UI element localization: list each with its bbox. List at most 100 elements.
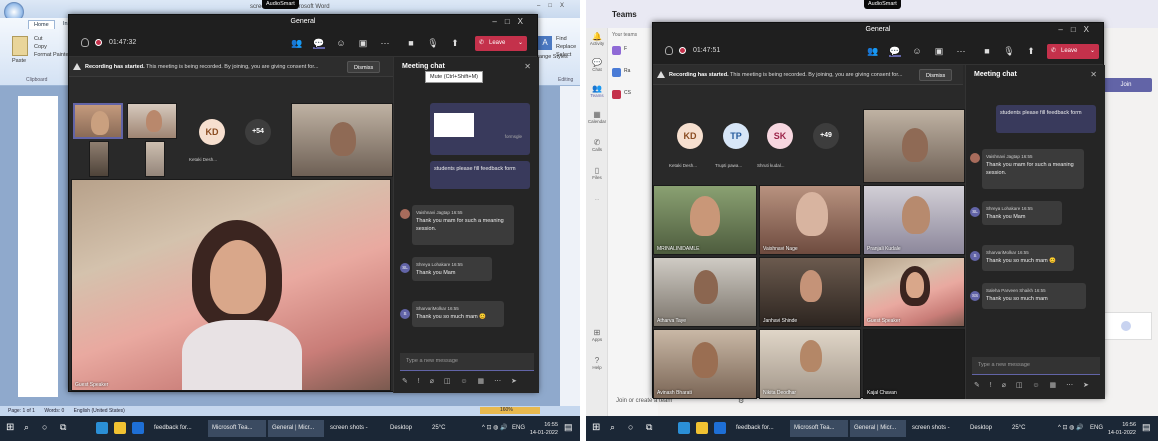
cortana-icon[interactable]: ○ xyxy=(628,422,640,434)
tray-icons[interactable]: ^ ⊡ ◍ 🔊 xyxy=(478,420,508,437)
taskbar-teams[interactable]: Microsoft Tea... xyxy=(790,420,848,437)
dismiss-button[interactable]: Dismiss xyxy=(347,61,381,73)
avatar-sk[interactable]: SK xyxy=(767,123,793,149)
copy-button[interactable]: Copy xyxy=(34,44,47,50)
rail-chat[interactable]: 💬 Chat xyxy=(586,58,608,72)
avatar-kd[interactable]: KD xyxy=(199,119,225,145)
mail-icon[interactable] xyxy=(714,422,726,434)
windows-icon[interactable]: ⊞ xyxy=(6,422,18,434)
close-icon[interactable]: ✕ xyxy=(524,62,531,71)
main-speaker-video[interactable]: Guest Speaker xyxy=(71,179,391,391)
chat-icon[interactable]: 💬 xyxy=(313,37,325,49)
share-icon[interactable]: ⬆ xyxy=(1025,45,1037,57)
reactions-icon[interactable]: ☺ xyxy=(911,45,923,57)
tab-home[interactable]: Home xyxy=(28,20,55,29)
more-participants-badge[interactable]: +54 xyxy=(245,119,271,145)
taskbar-desktop[interactable]: Desktop xyxy=(966,420,1006,437)
tray-icons[interactable]: ^ ⊡ ◍ 🔊 xyxy=(1054,420,1084,437)
dismiss-button[interactable]: Dismiss xyxy=(919,69,953,81)
team-tile-f[interactable] xyxy=(612,46,621,55)
participants-icon[interactable]: 👥 xyxy=(867,45,879,57)
status-language[interactable]: English (United States) xyxy=(74,408,125,414)
input-language[interactable]: ENG xyxy=(1086,420,1108,437)
folder-icon[interactable] xyxy=(696,422,708,434)
window-controls[interactable]: –□X xyxy=(1058,23,1097,37)
paste-label[interactable]: Paste xyxy=(12,58,26,64)
chat-input[interactable]: Type a new message xyxy=(400,353,534,371)
compose-toolbar[interactable]: ✎ ! ⌀ ◫ ☺ ▦ ⋯ ➤ xyxy=(974,381,1093,389)
taskbar-general[interactable]: General | Micr... xyxy=(850,420,906,437)
video-tile[interactable]: Pranjali Kudale xyxy=(863,185,965,255)
video-tile[interactable] xyxy=(73,103,123,139)
select-button[interactable]: Select xyxy=(556,52,571,58)
rooms-icon[interactable]: ▣ xyxy=(933,45,945,57)
share-icon[interactable]: ⬆ xyxy=(449,37,461,49)
video-tile[interactable]: Atharva Taye xyxy=(653,257,757,327)
paste-icon[interactable] xyxy=(12,36,28,56)
rail-teams[interactable]: 👥 Teams xyxy=(586,84,608,98)
word-window-controls[interactable]: –□X xyxy=(537,3,572,9)
window-controls[interactable]: –□X xyxy=(492,15,531,29)
rail-apps[interactable]: ⊞ Apps xyxy=(586,328,608,342)
leave-button[interactable]: ✆ Leave ⌄ xyxy=(475,36,527,51)
avatar-tp[interactable]: TP xyxy=(723,123,749,149)
chat-icon[interactable]: 💬 xyxy=(889,45,901,57)
video-tile[interactable] xyxy=(89,141,109,177)
windows-icon[interactable]: ⊞ xyxy=(592,422,604,434)
more-participants-badge[interactable]: +49 xyxy=(813,123,839,149)
word-page[interactable] xyxy=(18,96,58,397)
team-name[interactable]: Ra xyxy=(624,68,630,74)
camera-icon[interactable]: ■ xyxy=(405,37,417,49)
rail-more[interactable]: ... xyxy=(586,196,608,201)
format-painter-button[interactable]: Format Painter xyxy=(34,52,70,58)
team-name[interactable]: F xyxy=(624,46,627,52)
video-tile[interactable] xyxy=(127,103,177,139)
camera-icon[interactable]: ■ xyxy=(981,45,993,57)
cortana-icon[interactable]: ○ xyxy=(42,422,54,434)
join-button[interactable]: Join xyxy=(1100,78,1152,92)
edge-icon[interactable] xyxy=(96,422,108,434)
clock[interactable]: 16:55 14-01-2022 xyxy=(530,421,558,437)
search-icon[interactable]: ⌕ xyxy=(610,422,622,434)
video-tile[interactable] xyxy=(863,109,965,183)
video-tile[interactable]: Janhavi Shinde xyxy=(759,257,861,327)
edge-icon[interactable] xyxy=(678,422,690,434)
video-tile[interactable]: Kajal Chavan xyxy=(863,329,965,399)
taskbar-word[interactable]: screen shots - xyxy=(908,420,962,437)
taskbar-teams[interactable]: Microsoft Tea... xyxy=(208,420,266,437)
more-icon[interactable]: ⋯ xyxy=(379,37,391,49)
rail-activity[interactable]: 🔔 Activity xyxy=(586,32,608,46)
clock[interactable]: 16:56 14-01-2022 xyxy=(1108,421,1136,437)
chat-input[interactable]: Type a new message xyxy=(972,357,1100,375)
close-icon[interactable]: ✕ xyxy=(1090,70,1097,79)
folder-icon[interactable] xyxy=(114,422,126,434)
rail-calls[interactable]: ✆ Calls xyxy=(586,138,608,152)
video-tile[interactable]: Guest Speaker xyxy=(863,257,965,327)
replace-button[interactable]: Replace xyxy=(556,44,576,50)
find-button[interactable]: Find xyxy=(556,36,567,42)
notification-icon[interactable]: ▤ xyxy=(564,422,576,434)
weather[interactable]: 25°C xyxy=(428,420,464,437)
rail-files[interactable]: ▯ Files xyxy=(586,166,608,180)
mic-icon[interactable]: 🎙 xyxy=(427,37,439,49)
taskbar-desktop[interactable]: Desktop xyxy=(386,420,426,437)
search-icon[interactable]: ⌕ xyxy=(24,422,36,434)
participants-icon[interactable]: 👥 xyxy=(291,37,303,49)
weather[interactable]: 25°C xyxy=(1008,420,1044,437)
rooms-icon[interactable]: ▣ xyxy=(357,37,369,49)
video-tile[interactable] xyxy=(291,103,393,177)
taskbar-chrome[interactable]: feedback for... xyxy=(732,420,788,437)
mail-icon[interactable] xyxy=(132,422,144,434)
team-name[interactable]: CS xyxy=(624,90,631,96)
task-view-icon[interactable]: ⧉ xyxy=(646,422,658,434)
more-icon[interactable]: ⋯ xyxy=(955,45,967,57)
task-view-icon[interactable]: ⧉ xyxy=(60,422,72,434)
reactions-icon[interactable]: ☺ xyxy=(335,37,347,49)
avatar-kd[interactable]: KD xyxy=(677,123,703,149)
taskbar-word[interactable]: screen shots - xyxy=(326,420,380,437)
audiosmart-tab[interactable]: AudioSmart xyxy=(864,0,901,9)
rail-calendar[interactable]: ▦ Calendar xyxy=(586,110,608,124)
leave-button[interactable]: ✆ Leave ⌄ xyxy=(1047,44,1099,59)
video-tile[interactable]: Avinash Bharati xyxy=(653,329,757,399)
team-tile-ra[interactable] xyxy=(612,68,621,77)
